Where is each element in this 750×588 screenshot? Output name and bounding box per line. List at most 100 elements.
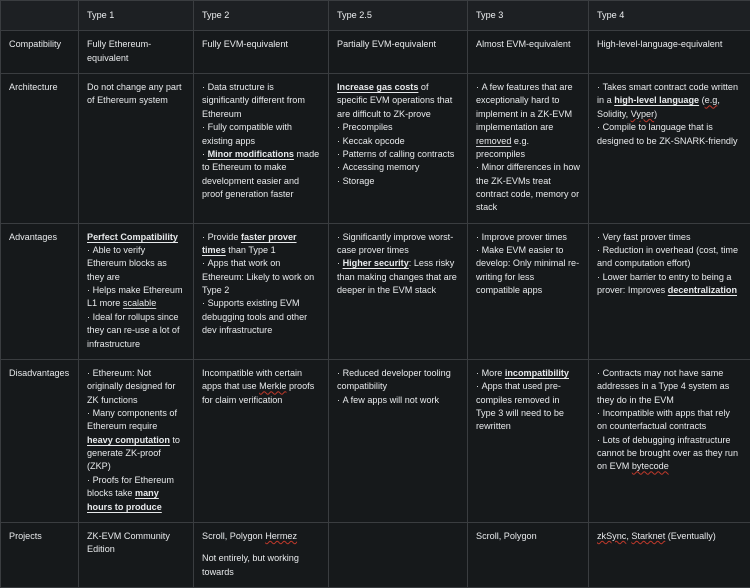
spellcheck-text: bytecode (632, 461, 669, 471)
spellcheck-text: Merkle (259, 381, 286, 391)
cell-compatibility-type4: High-level-language-equivalent (589, 31, 750, 74)
bullet-item: Data structure is significantly differen… (202, 81, 320, 121)
row-label-projects: Projects (1, 522, 79, 587)
bullet-item: Compile to language that is designed to … (597, 121, 742, 148)
bullet-item: Provide faster prover times than Type 1 (202, 231, 320, 258)
bullet-item: Storage (337, 175, 459, 188)
bullet-item: A few features that are exceptionally ha… (476, 81, 580, 161)
bullet-item: Incompatible with apps that rely on coun… (597, 407, 742, 434)
bullet-item: Significantly improve worst-case prover … (337, 231, 459, 258)
cell-projects-type1: ZK-EVM Community Edition (79, 522, 194, 587)
cell-disadvantages-type2: Incompatible with certain apps that use … (194, 359, 329, 522)
emphasis-text: decentralization (668, 285, 737, 295)
bullet-item: Very fast prover times (597, 231, 742, 244)
cell-architecture-type4: Takes smart contract code written in a h… (589, 74, 750, 224)
row-label-advantages: Advantages (1, 223, 79, 359)
text-run: Provide (208, 232, 241, 242)
emphasis-text: Minor modifications (208, 149, 294, 159)
row-label-architecture: Architecture (1, 74, 79, 224)
text-line: Not entirely, but working towards (202, 552, 320, 579)
header-cell-type4: Type 4 (589, 1, 750, 31)
cell-projects-type25 (329, 522, 468, 587)
table-row-architecture: Architecture Do not change any part of E… (1, 74, 750, 224)
header-cell-type1: Type 1 (79, 1, 194, 31)
bullet-item: Takes smart contract code written in a h… (597, 81, 742, 121)
cell-compatibility-type2: Fully EVM-equivalent (194, 31, 329, 74)
emphasis-text: incompatibility (505, 368, 569, 378)
bullet-item: Proofs for Ethereum blocks take many hou… (87, 474, 185, 514)
header-cell-empty (1, 1, 79, 31)
bullet-item: Lower barrier to entry to being a prover… (597, 271, 742, 298)
text-run: More (482, 368, 505, 378)
cell-advantages-type3: Improve prover times Make EVM easier to … (468, 223, 589, 359)
spacer (202, 543, 320, 552)
text-line: Scroll, Polygon Hermez (202, 530, 320, 543)
text-run: A few features that are exceptionally ha… (476, 82, 573, 132)
cell-projects-type4: zkSync, Starknet (Eventually) (589, 522, 750, 587)
cell-architecture-type3: A few features that are exceptionally ha… (468, 74, 589, 224)
text-run: Many components of Ethereum require (87, 408, 177, 431)
cell-compatibility-type25: Partially EVM-equivalent (329, 31, 468, 74)
bullet-item: Higher security: Less risky than making … (337, 257, 459, 297)
bullet-item: Apps that work on Ethereum: Likely to wo… (202, 257, 320, 297)
bullet-item: Helps make Ethereum L1 more scalable (87, 284, 185, 311)
emphasis-text: Increase gas costs (337, 82, 418, 92)
text-run: Scroll, Polygon (202, 531, 265, 541)
cell-disadvantages-type4: Contracts may not have same addresses in… (589, 359, 750, 522)
table-row-advantages: Advantages Perfect Compatibility Able to… (1, 223, 750, 359)
cell-architecture-type2: Data structure is significantly differen… (194, 74, 329, 224)
bullet-item: Precompiles (337, 121, 459, 134)
emphasis-text: scalable (123, 298, 156, 308)
emphasis-text: removed (476, 136, 511, 146)
cell-disadvantages-type3: More incompatibility Apps that used pre-… (468, 359, 589, 522)
cell-projects-type3: Scroll, Polygon (468, 522, 589, 587)
row-label-compatibility: Compatibility (1, 31, 79, 74)
cell-disadvantages-type25: Reduced developer tooling compatibility … (329, 359, 468, 522)
bullet-item: Improve prover times (476, 231, 580, 244)
bullet-item: Contracts may not have same addresses in… (597, 367, 742, 407)
header-cell-type25: Type 2.5 (329, 1, 468, 31)
text-run: Proofs for Ethereum blocks take (87, 475, 174, 498)
zkevm-comparison-table: Type 1 Type 2 Type 2.5 Type 3 Type 4 Com… (0, 0, 750, 588)
emphasis-heading: Perfect Compatibility (87, 231, 185, 244)
cell-projects-type2: Scroll, Polygon Hermez Not entirely, but… (194, 522, 329, 587)
cell-compatibility-type1: Fully Ethereum-equivalent (79, 31, 194, 74)
spellcheck-text: Vyper (631, 109, 654, 119)
table-row-projects: Projects ZK-EVM Community Edition Scroll… (1, 522, 750, 587)
bullet-item: Make EVM easier to develop: Only minimal… (476, 244, 580, 297)
spellcheck-text: e.g (705, 95, 718, 105)
bullet-item: Keccak opcode (337, 135, 459, 148)
cell-advantages-type4: Very fast prover times Reduction in over… (589, 223, 750, 359)
spellcheck-text: Hermez (265, 531, 297, 541)
table-header-row: Type 1 Type 2 Type 2.5 Type 3 Type 4 (1, 1, 750, 31)
header-cell-type3: Type 3 (468, 1, 589, 31)
bullet-item: A few apps will not work (337, 394, 459, 407)
bullet-item: Many components of Ethereum require heav… (87, 407, 185, 474)
bullet-item: Able to verify Ethereum blocks as they a… (87, 244, 185, 284)
bullet-item: Patterns of calling contracts (337, 148, 459, 161)
text-line: zkSync, Starknet (Eventually) (597, 530, 742, 543)
cell-advantages-type1: Perfect Compatibility Able to verify Eth… (79, 223, 194, 359)
table-row-compatibility: Compatibility Fully Ethereum-equivalent … (1, 31, 750, 74)
bullet-item: Supports existing EVM debugging tools an… (202, 297, 320, 337)
text-run: ) (654, 109, 657, 119)
text-line: Incompatible with certain apps that use … (202, 367, 320, 407)
text-line: Do not change any part of Ethereum syste… (87, 81, 185, 108)
bullet-item: Lots of debugging infrastructure cannot … (597, 434, 742, 474)
row-label-disadvantages: Disadvantages (1, 359, 79, 522)
text-line: Increase gas costs of specific EVM opera… (337, 81, 459, 121)
bullet-item: Accessing memory (337, 161, 459, 174)
spellcheck-text: Starknet (631, 531, 665, 541)
cell-architecture-type1: Do not change any part of Ethereum syste… (79, 74, 194, 224)
cell-advantages-type25: Significantly improve worst-case prover … (329, 223, 468, 359)
bullet-item: Ethereum: Not originally designed for ZK… (87, 367, 185, 407)
bullet-item: Reduction in overhead (cost, time and co… (597, 244, 742, 271)
bullet-item: More incompatibility (476, 367, 580, 380)
emphasis-text: high-level language (614, 95, 699, 105)
cell-advantages-type2: Provide faster prover times than Type 1 … (194, 223, 329, 359)
bullet-item: Reduced developer tooling compatibility (337, 367, 459, 394)
bullet-item: Fully compatible with existing apps (202, 121, 320, 148)
table-row-disadvantages: Disadvantages Ethereum: Not originally d… (1, 359, 750, 522)
bullet-item: Apps that used pre-compiles removed in T… (476, 380, 580, 433)
emphasis-text: Higher security (343, 258, 409, 268)
